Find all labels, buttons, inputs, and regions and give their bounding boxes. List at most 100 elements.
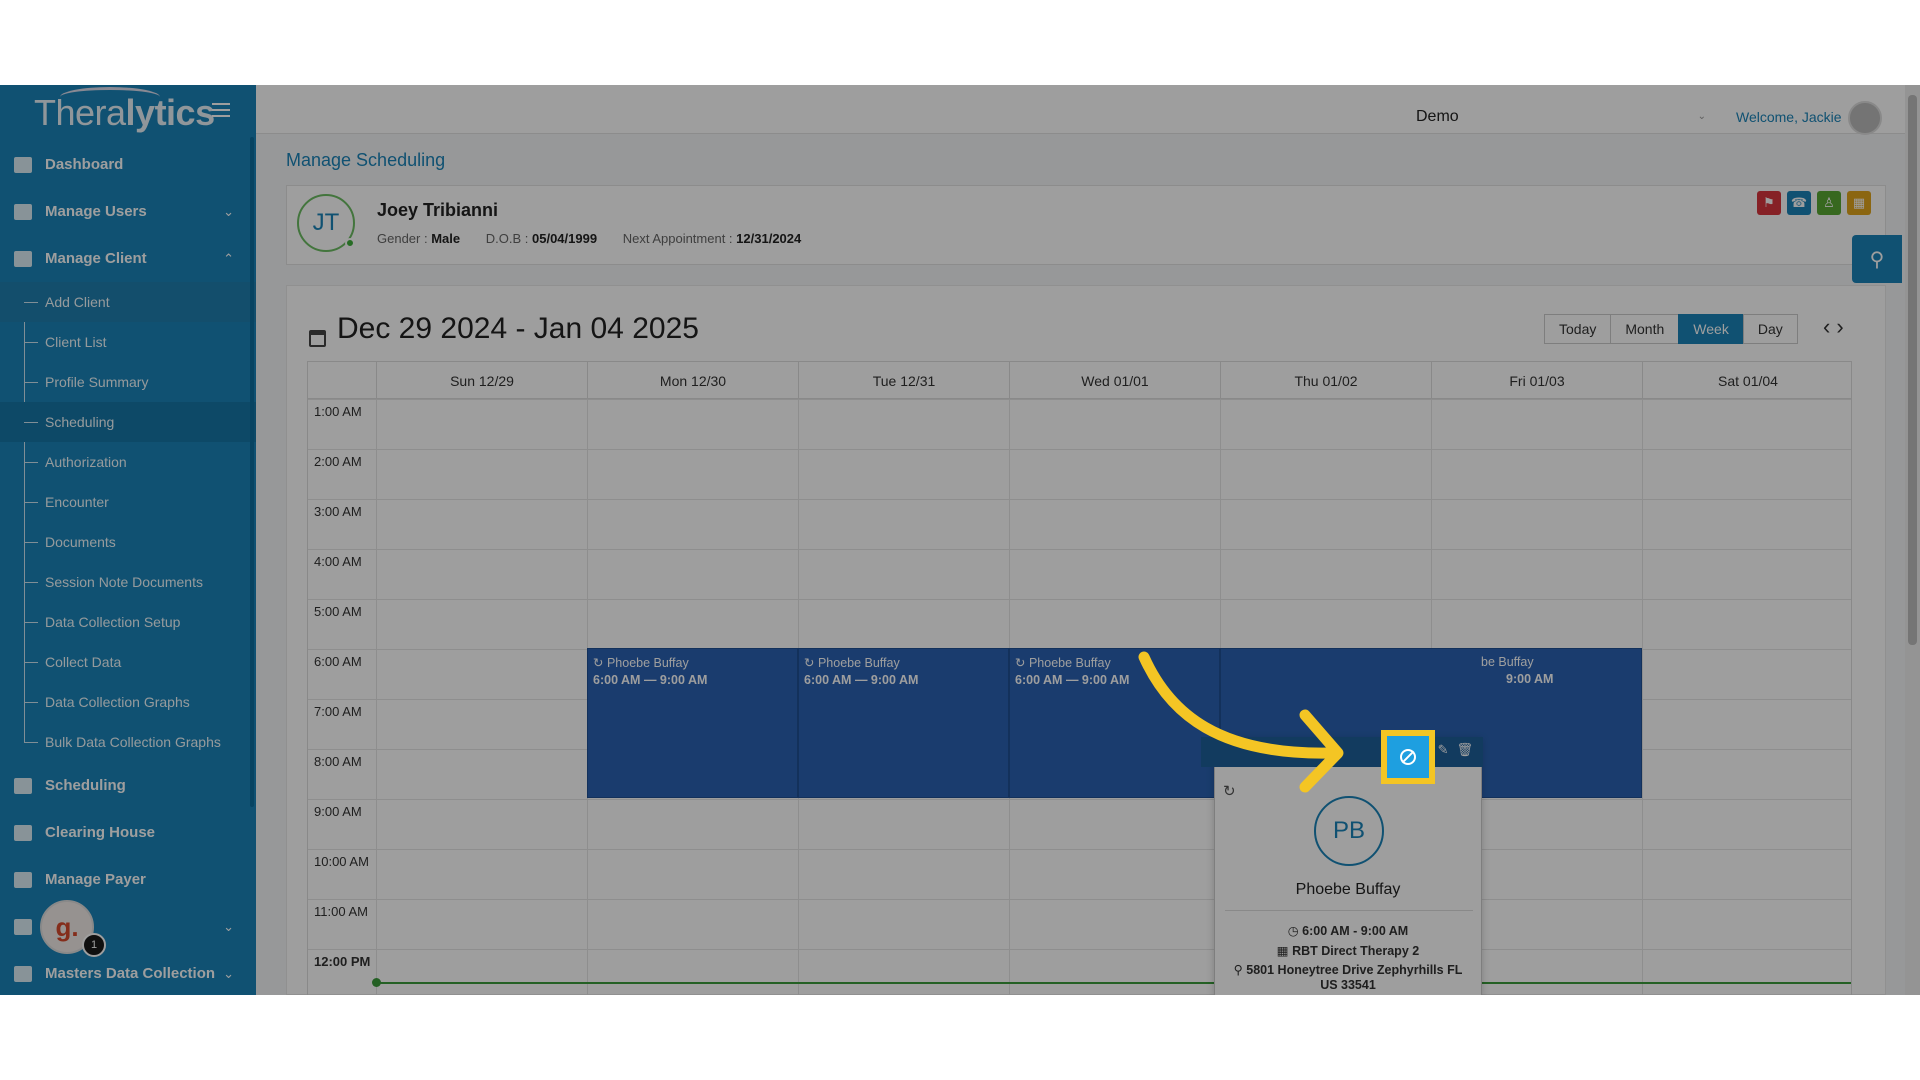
sub-item-encounter[interactable]: Encounter	[0, 482, 256, 522]
payer-icon	[14, 871, 32, 888]
time-label: 5:00 AM	[314, 604, 362, 619]
day-header-row: Sun 12/29 Mon 12/30 Tue 12/31 Wed 01/01 …	[308, 362, 1851, 399]
calendar-range-title: Dec 29 2024 - Jan 04 2025	[337, 312, 699, 345]
hour-gridline	[308, 399, 1851, 400]
user-search-icon: ⚲	[1869, 248, 1885, 271]
chevron-down-icon: ⌄	[223, 919, 234, 934]
day-header: Wed 01/01	[1009, 362, 1220, 399]
view-switcher: Today Month Week Day	[1544, 314, 1798, 344]
delete-icon[interactable]: 🗑	[1456, 742, 1473, 758]
view-today-button[interactable]: Today	[1544, 314, 1612, 344]
sub-item-documents[interactable]: Documents	[0, 522, 256, 562]
dashboard-icon	[14, 156, 32, 173]
client-actions: ⚑ ☎ ♙ ▦	[1757, 191, 1871, 215]
day-header: Fri 01/03	[1431, 362, 1642, 399]
sub-item-collect-data[interactable]: Collect Data	[0, 642, 256, 682]
popup-address: ⚲ 5801 Honeytree Drive Zephyrhills FL US…	[1233, 963, 1463, 992]
sub-item-client-list[interactable]: Client List	[0, 322, 256, 362]
current-time-dot	[372, 978, 381, 987]
client-name: Joey Tribianni	[377, 200, 499, 220]
day-header: Mon 12/30	[587, 362, 798, 399]
time-label: 8:00 AM	[314, 754, 362, 769]
sidebar: Theralytics Dashboard Manage Users ⌄ Mana…	[0, 85, 256, 995]
sidebar-item-masters[interactable]: ⌄	[0, 903, 256, 950]
sub-item-data-collection-setup[interactable]: Data Collection Setup	[0, 602, 256, 642]
sub-item-profile-summary[interactable]: Profile Summary	[0, 362, 256, 402]
sidebar-scrollbar[interactable]	[250, 137, 254, 807]
hour-gridline	[308, 899, 1851, 900]
hour-gridline	[308, 499, 1851, 500]
popup-service: ▦ RBT Direct Therapy 2	[1276, 944, 1420, 958]
tag-icon[interactable]: ⚑	[1757, 191, 1781, 215]
database-icon	[14, 965, 32, 982]
popup-avatar: PB	[1314, 796, 1384, 866]
sidebar-item-manage-payer[interactable]: Manage Payer	[0, 856, 256, 903]
client-search-button[interactable]: ⚲	[1852, 235, 1902, 283]
online-status-dot	[345, 238, 355, 248]
week-grid: Sun 12/29 Mon 12/30 Tue 12/31 Wed 01/01 …	[307, 361, 1852, 995]
chevron-down-icon: ⌄	[223, 966, 234, 981]
day-header: Sat 01/04	[1642, 362, 1851, 399]
tenant-select[interactable]: Demo ⌄	[1416, 108, 1706, 126]
time-label: 3:00 AM	[314, 504, 362, 519]
sidebar-item-manage-client[interactable]: Manage Client ⌃	[0, 235, 256, 282]
id-card-icon	[14, 824, 32, 841]
day-gridline	[1642, 399, 1643, 995]
tutorial-arrow	[1138, 651, 1344, 793]
hour-gridline	[308, 449, 1851, 450]
prev-week-icon[interactable]: ‹	[1823, 314, 1836, 339]
sub-item-scheduling[interactable]: Scheduling	[0, 402, 256, 442]
chevron-down-icon: ⌄	[1697, 111, 1706, 122]
time-label: 7:00 AM	[314, 704, 362, 719]
sidebar-item-manage-users[interactable]: Manage Users ⌄	[0, 188, 256, 235]
hour-gridline	[308, 949, 1851, 950]
sidebar-item-clearing-house[interactable]: Clearing House	[0, 809, 256, 856]
sub-item-authorization[interactable]: Authorization	[0, 442, 256, 482]
sub-item-bulk-data-collection-graphs[interactable]: Bulk Data Collection Graphs	[0, 722, 256, 762]
help-widget-count-badge: 1	[82, 933, 106, 957]
popup-client-name: Phoebe Buffay	[1295, 881, 1401, 898]
welcome-user[interactable]: Welcome, Jackie	[1736, 109, 1842, 125]
app-window: Theralytics Dashboard Manage Users ⌄ Mana…	[0, 85, 1920, 995]
user-icon	[14, 250, 32, 267]
avatar[interactable]	[1848, 101, 1882, 135]
hour-gridline	[308, 799, 1851, 800]
sidebar-item-dashboard[interactable]: Dashboard	[0, 141, 256, 188]
sidebar-item-masters-data-collection[interactable]: Masters Data Collection ⌄	[0, 950, 256, 995]
sub-item-add-client[interactable]: Add Client	[0, 282, 256, 322]
time-label: 1:00 AM	[314, 404, 362, 419]
hour-gridline	[308, 849, 1851, 850]
client-meta: Gender : Male D.O.B : 05/04/1999 Next Ap…	[377, 231, 802, 246]
sub-item-data-collection-graphs[interactable]: Data Collection Graphs	[0, 682, 256, 722]
contact-icon[interactable]: ♙	[1817, 191, 1841, 215]
phone-icon[interactable]: ☎	[1787, 191, 1811, 215]
event-block[interactable]: ↻ Phoebe Buffay 6:00 AM — 9:00 AM	[798, 648, 1009, 798]
day-header: Sun 12/29	[376, 362, 587, 399]
client-submenu: Add Client Client List Profile Summary S…	[0, 282, 256, 762]
sub-item-session-note-documents[interactable]: Session Note Documents	[0, 562, 256, 602]
top-bar: Demo ⌄ Welcome, Jackie	[256, 85, 1920, 135]
edit-icon[interactable]: ✎	[1438, 742, 1449, 758]
client-card: JT Joey Tribianni Gender : Male D.O.B : …	[286, 185, 1886, 265]
next-week-icon[interactable]: ›	[1836, 314, 1849, 339]
view-day-button[interactable]: Day	[1742, 314, 1798, 344]
day-header: Thu 01/02	[1220, 362, 1431, 399]
hour-gridline	[308, 599, 1851, 600]
view-month-button[interactable]: Month	[1610, 314, 1680, 344]
event-block[interactable]: ↻ Phoebe Buffay 6:00 AM — 9:00 AM	[587, 648, 798, 798]
page-scrollbar[interactable]	[1905, 85, 1920, 995]
cancel-icon	[1400, 749, 1416, 765]
calendar-icon[interactable]: ▦	[1847, 191, 1871, 215]
calendar-icon	[14, 777, 32, 794]
popup-time: ◷ 6:00 AM - 9:00 AM	[1287, 924, 1409, 938]
users-icon	[14, 203, 32, 220]
time-label: 6:00 AM	[314, 654, 362, 669]
sidebar-item-scheduling[interactable]: Scheduling	[0, 762, 256, 809]
calendar-panel: Dec 29 2024 - Jan 04 2025 Today Month We…	[286, 285, 1886, 995]
current-time-line	[376, 982, 1851, 984]
location-pin-icon: ⚲	[1233, 963, 1243, 977]
week-nav: ‹›	[1823, 314, 1850, 340]
view-week-button[interactable]: Week	[1678, 314, 1744, 344]
calendar-icon	[309, 330, 326, 347]
menu-toggle-icon[interactable]	[212, 103, 230, 121]
